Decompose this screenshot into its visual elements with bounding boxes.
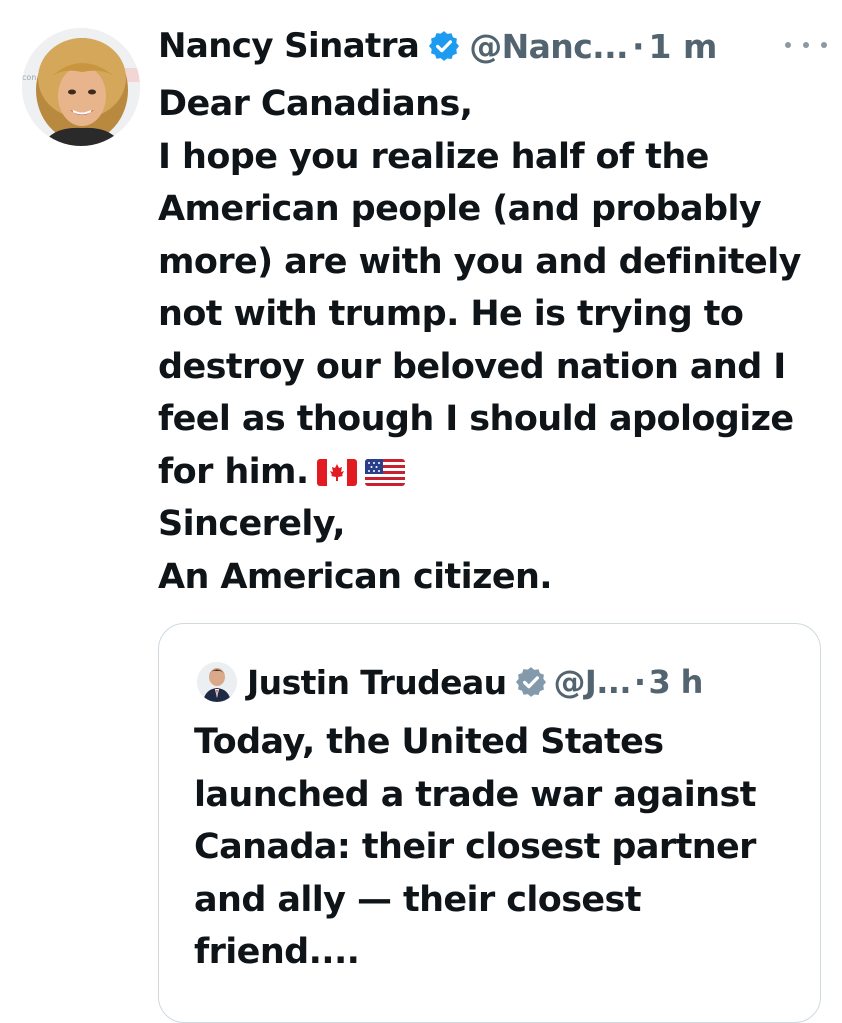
svg-text:con: con [22, 73, 36, 82]
quoted-text: Today, the United States launched a trad… [194, 716, 814, 979]
government-verified-badge-icon [514, 665, 548, 699]
author-avatar[interactable]: con [22, 28, 140, 146]
us-flag-icon [364, 458, 405, 486]
tweet-line: I hope you realize half of the [158, 136, 709, 177]
verified-badge-icon [427, 29, 461, 63]
quoted-tweet[interactable]: Justin Trudeau @J... · 3 h Today, the Un… [158, 623, 821, 1023]
canada-flag-icon [316, 458, 357, 486]
tweet-line-text: for him. [158, 451, 309, 492]
quoted-author-handle[interactable]: @J... [554, 663, 632, 701]
more-dot [803, 42, 809, 48]
quoted-header: Justin Trudeau @J... · 3 h [247, 660, 703, 704]
more-dot [821, 42, 827, 48]
tweet-line: Sincerely, [158, 504, 346, 544]
tweet-header: Nancy Sinatra @Nanc... · 1 m [158, 18, 717, 74]
quoted-line: Canada: their closest partner [194, 827, 756, 867]
more-dot [785, 42, 791, 48]
tweet-line: Dear Canadians, [158, 84, 473, 124]
tweet-line: not with trump. He is trying to [158, 294, 744, 334]
tweet[interactable]: con Nancy Sinatra @Nanc... · 1 m Dear Ca… [0, 0, 842, 1023]
tweet-line: destroy our beloved nation and I [158, 346, 786, 387]
author-name[interactable]: Nancy Sinatra [158, 26, 420, 66]
quoted-meta-separator: · [633, 663, 646, 701]
quoted-author-avatar[interactable] [197, 662, 237, 702]
quoted-line: friend.... [194, 932, 360, 972]
tweet-line-with-flags: for him. [158, 446, 823, 499]
tweet-line: An American citizen. [158, 556, 553, 597]
tweet-line: feel as though I should apologize [158, 399, 794, 439]
quoted-line: launched a trade war against [194, 774, 756, 815]
tweet-text: Dear Canadians, I hope you realize half … [158, 78, 823, 603]
meta-separator: · [631, 26, 645, 66]
tweet-line: more) are with you and definitely [158, 241, 801, 282]
quoted-line: Today, the United States [194, 722, 664, 762]
quoted-line: and ally — their closest [194, 879, 642, 920]
tweet-line: American people (and probably [158, 189, 762, 229]
quoted-timestamp[interactable]: 3 h [648, 663, 703, 701]
author-handle[interactable]: @Nanc... [469, 27, 628, 66]
quoted-author-name[interactable]: Justin Trudeau [247, 663, 507, 702]
more-options-icon[interactable] [785, 30, 827, 60]
tweet-timestamp[interactable]: 1 m [649, 27, 718, 66]
